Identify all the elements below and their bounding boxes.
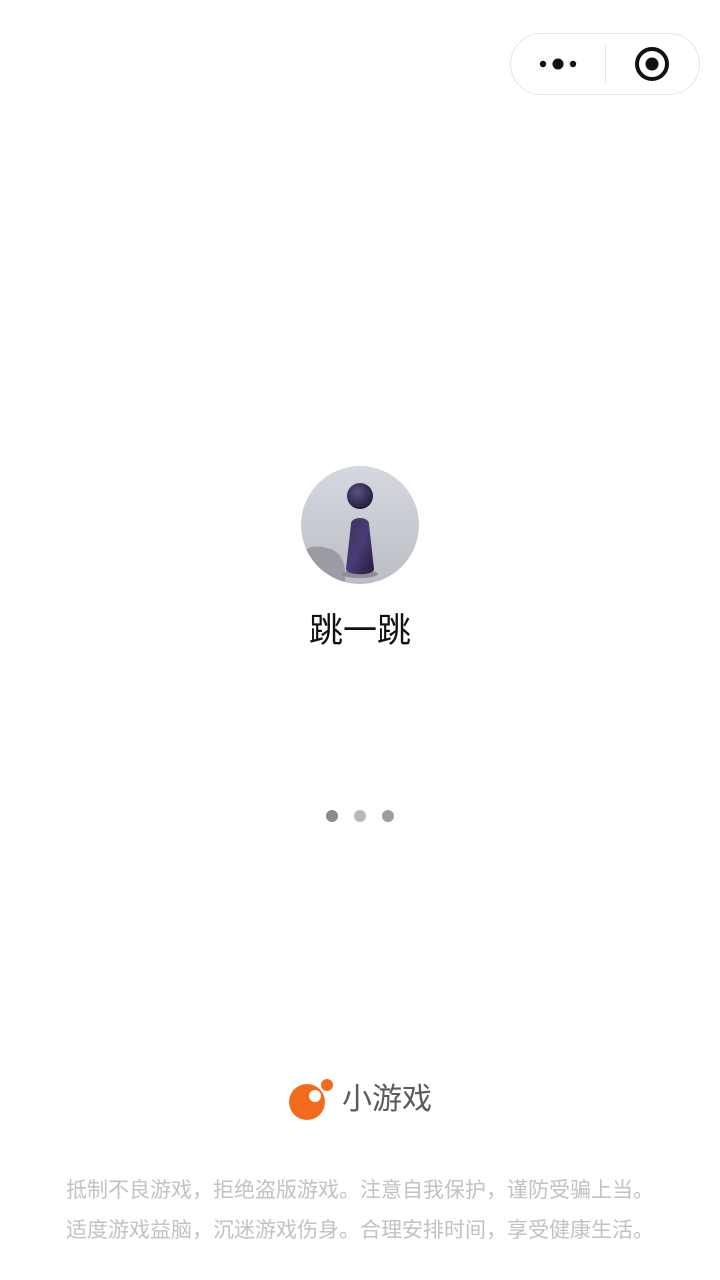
loading-dot [354, 810, 366, 822]
notice-line-1: 抵制不良游戏，拒绝盗版游戏。注意自我保护，谨防受骗上当。 [66, 1178, 654, 1202]
mini-game-brand: 小游戏 [0, 1075, 720, 1125]
more-button[interactable] [511, 34, 605, 94]
more-dots-icon [539, 58, 577, 70]
capsule-menu [510, 33, 700, 95]
mini-game-logo-icon [289, 1079, 333, 1120]
splash-screen: 跳一跳 小游戏 抵制不良游戏，拒绝盗版游戏。注意自我保护，谨防受骗上当。 适度游… [0, 0, 720, 1280]
loading-indicator [0, 810, 720, 822]
notice-line-2: 适度游戏益脑，沉迷游戏伤身。合理安排时间，享受健康生活。 [66, 1218, 654, 1242]
jump-piece-avatar-icon [301, 466, 419, 584]
close-button[interactable] [606, 34, 699, 94]
target-close-icon [635, 47, 670, 81]
game-title: 跳一跳 [309, 611, 411, 651]
game-avatar [301, 466, 419, 584]
loading-dot [382, 810, 394, 822]
loading-dot [326, 810, 338, 822]
health-notice: 抵制不良游戏，拒绝盗版游戏。注意自我保护，谨防受骗上当。 适度游戏益脑，沉迷游戏… [0, 1170, 720, 1250]
brand-label: 小游戏 [342, 1082, 432, 1117]
